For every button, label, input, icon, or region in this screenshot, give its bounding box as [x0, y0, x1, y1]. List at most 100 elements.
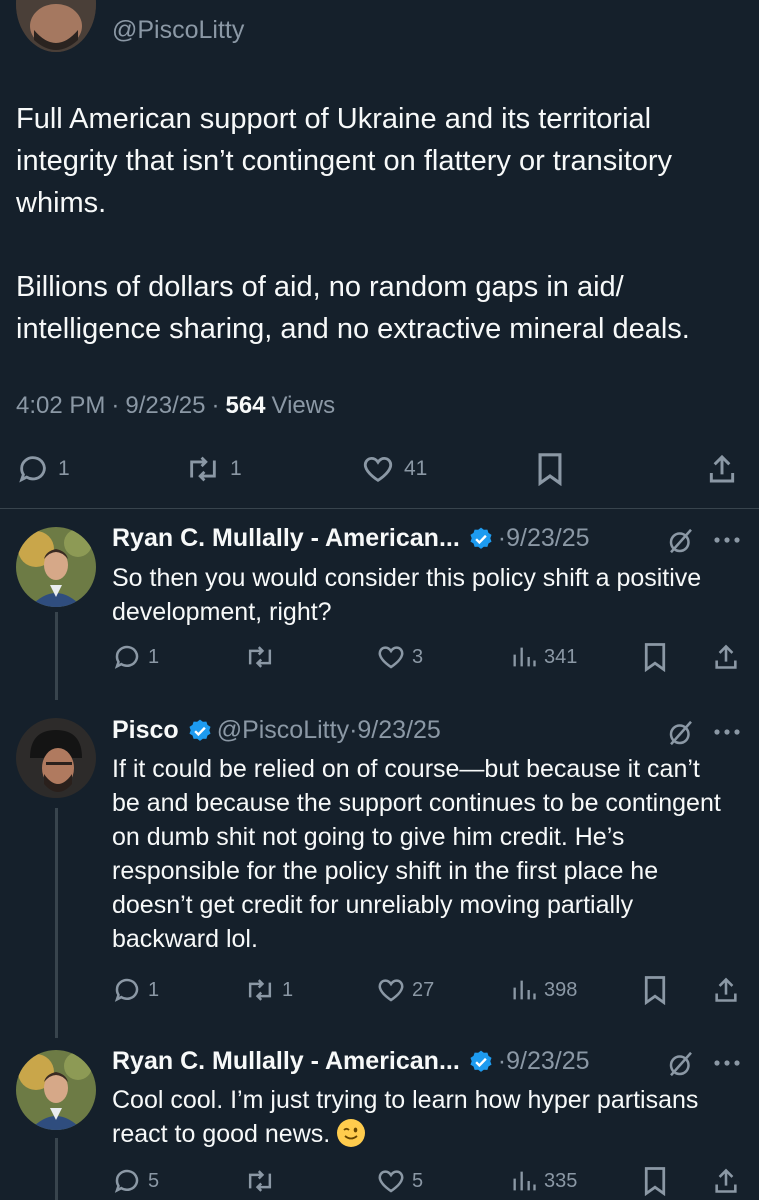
views-icon: [513, 1171, 536, 1191]
reply-icon: [114, 1169, 139, 1193]
reply-header: Ryan C. Mullally - American... · 9/23/25: [112, 1047, 590, 1076]
reply-icon: [19, 456, 46, 483]
reply-text-body: Cool cool. I’m just trying to learn how …: [112, 1086, 699, 1148]
share-icon: [709, 454, 735, 483]
repost-button[interactable]: [244, 1166, 282, 1196]
share-button[interactable]: [712, 642, 746, 672]
repost-count: 1: [230, 457, 242, 480]
repost-count: 1: [282, 978, 294, 1001]
reply-icon: [114, 645, 139, 669]
tweet-text: Full American support of Ukraine and its…: [16, 103, 690, 345]
more-icon[interactable]: [712, 726, 742, 738]
share-button[interactable]: [712, 1166, 746, 1196]
heart-icon: [378, 1170, 404, 1193]
bookmark-icon: [538, 453, 562, 486]
like-button[interactable]: 3: [376, 642, 423, 672]
like-count: 41: [404, 457, 428, 480]
grok-icon[interactable]: [666, 526, 696, 556]
avatar[interactable]: [16, 1050, 96, 1130]
reply-action-bar: 1 1 27 398: [0, 975, 759, 1009]
repost-button[interactable]: [244, 642, 282, 672]
display-name[interactable]: Ryan C. Mullally - American...: [112, 1047, 460, 1076]
reply-handle[interactable]: @PiscoLitty: [217, 716, 349, 745]
separator-dot: ·: [349, 716, 358, 744]
views-label: Views: [271, 392, 336, 419]
like-button[interactable]: 5: [376, 1166, 423, 1196]
reply-text: If it could be relied on of course—but b…: [112, 755, 721, 953]
more-icon[interactable]: [712, 1057, 742, 1069]
reply-count: 5: [148, 1169, 160, 1192]
tweet-date[interactable]: 9/23/25: [125, 392, 205, 420]
bookmark-button[interactable]: [642, 642, 674, 672]
reply-action-bar: 5 5 335: [0, 1166, 759, 1200]
reply-button[interactable]: 1: [16, 452, 70, 486]
views-count: 341: [544, 645, 578, 668]
tweet-meta: 4:02 PM · 9/23/25 · 564 Views: [16, 392, 335, 420]
reply-text: So then you would consider this policy s…: [112, 564, 702, 626]
display-name[interactable]: Ryan C. Mullally - American...: [112, 524, 460, 553]
bookmark-icon: [644, 976, 666, 1005]
reply-count: 1: [148, 978, 160, 1001]
like-button[interactable]: 41: [360, 452, 427, 486]
repost-icon: [190, 456, 216, 482]
share-icon: [715, 1168, 737, 1193]
reply-count: 1: [58, 457, 70, 480]
reply-icon: [114, 978, 139, 1002]
repost-icon: [248, 979, 272, 1001]
separator-dot: ·: [211, 392, 220, 419]
reply-button[interactable]: 5: [112, 1166, 159, 1196]
separator-dot: ·: [111, 392, 120, 419]
share-icon: [715, 977, 737, 1002]
share-button[interactable]: [712, 975, 746, 1005]
reply-text: Cool cool. I’m just trying to learn how …: [112, 1083, 732, 1151]
reply-count: 1: [148, 645, 160, 668]
share-button[interactable]: [706, 452, 746, 486]
views-icon: [513, 647, 536, 667]
repost-button[interactable]: 1: [184, 452, 242, 486]
reply-date[interactable]: 9/23/25: [357, 716, 440, 745]
views-icon: [513, 980, 536, 1000]
bookmark-icon: [644, 1167, 666, 1196]
like-button[interactable]: 27: [376, 975, 434, 1005]
tweet-action-bar: 1 1 41: [0, 450, 759, 490]
repost-icon: [248, 1170, 272, 1192]
views-button[interactable]: 335: [510, 1166, 577, 1196]
separator-dot: ·: [497, 1047, 507, 1075]
reply-button[interactable]: 1: [112, 975, 159, 1005]
grok-icon[interactable]: [666, 1049, 696, 1079]
reply-date[interactable]: 9/23/25: [506, 1047, 589, 1076]
share-icon: [715, 644, 737, 669]
avatar[interactable]: [16, 718, 96, 798]
author-avatar[interactable]: [16, 0, 96, 52]
winking-face-emoji: [337, 1119, 366, 1147]
like-count: 27: [412, 978, 435, 1001]
heart-icon: [378, 979, 404, 1002]
bookmark-button[interactable]: [642, 1166, 674, 1196]
more-icon[interactable]: [712, 534, 742, 546]
bookmark-button[interactable]: [642, 975, 674, 1005]
repost-button[interactable]: 1: [244, 975, 293, 1005]
bookmark-button[interactable]: [535, 452, 573, 486]
verified-badge-icon: [189, 719, 211, 741]
views-count: 335: [544, 1169, 578, 1192]
author-handle[interactable]: @PiscoLitty: [112, 16, 244, 45]
separator-dot: ·: [497, 524, 507, 552]
reply-date[interactable]: 9/23/25: [506, 524, 589, 553]
heart-icon: [363, 456, 393, 482]
reply-button[interactable]: 1: [112, 642, 159, 672]
views-count: 564: [225, 392, 266, 419]
reply-action-bar: 1 3 341: [0, 642, 759, 676]
grok-icon[interactable]: [666, 718, 696, 748]
views-button[interactable]: 398: [510, 975, 577, 1005]
views-button[interactable]: 341: [510, 642, 577, 672]
like-count: 5: [412, 1169, 424, 1192]
heart-icon: [378, 646, 404, 669]
avatar[interactable]: [16, 527, 96, 607]
verified-badge-icon: [470, 527, 492, 549]
display-name[interactable]: Pisco: [112, 716, 179, 745]
divider: [0, 508, 759, 509]
reply-header: Pisco @PiscoLitty · 9/23/25: [112, 716, 441, 745]
like-count: 3: [412, 645, 424, 668]
views-count: 398: [544, 978, 578, 1001]
tweet-time[interactable]: 4:02 PM: [16, 392, 105, 420]
